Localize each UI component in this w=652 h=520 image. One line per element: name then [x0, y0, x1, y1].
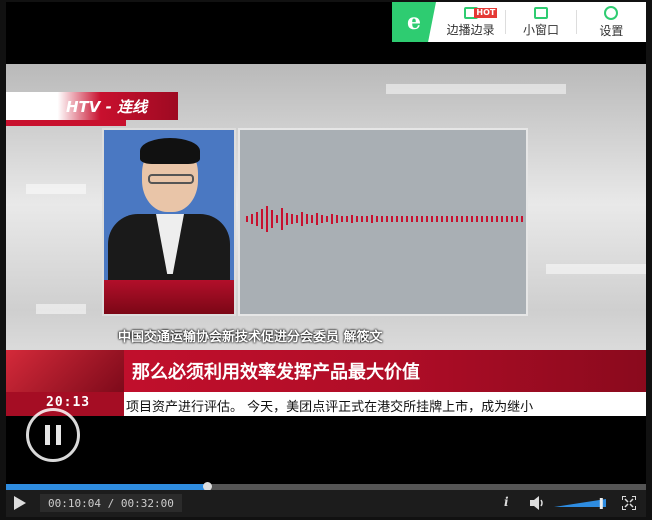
record-while-playing-label: 边播边录 [446, 22, 495, 37]
waveform-bar [281, 208, 283, 230]
waveform-bar [481, 216, 483, 222]
waveform-bar [461, 216, 463, 222]
waveform-bar [491, 216, 493, 222]
news-ticker: 项目资产进行评估。 今天，美团点评正式在港交所挂牌上市，成为继小 [126, 400, 534, 415]
audio-waveform [246, 206, 523, 232]
waveform-bar [411, 216, 413, 222]
waveform-bar [371, 215, 373, 223]
waveform-bar [476, 216, 478, 222]
waveform-bar [511, 216, 513, 222]
gear-icon [604, 5, 619, 20]
settings-button[interactable]: 设置 [577, 2, 646, 42]
waveform-bar [366, 216, 368, 222]
waveform-bar [416, 216, 418, 222]
waveform-bar [516, 216, 518, 222]
waveform-bar [251, 214, 253, 224]
headline-bar-left-block [6, 350, 124, 392]
volume-icon[interactable] [530, 496, 546, 510]
waveform-bar [346, 216, 348, 222]
top-toolbar: e 边播边录 HOT 小窗口 设置 [392, 2, 646, 42]
waveform-bar [451, 216, 453, 222]
background-stripe [36, 304, 86, 314]
time-display: 00:10:04 / 00:32:00 [40, 494, 182, 512]
waveform-bar [296, 215, 298, 223]
waveform-bar [406, 216, 408, 222]
info-button[interactable]: i [504, 495, 509, 509]
pause-bar-icon [56, 425, 61, 445]
mini-window-label: 小窗口 [522, 22, 559, 37]
waveform-bar [446, 216, 448, 222]
waveform-bar [266, 206, 268, 232]
control-bar: 00:10:04 / 00:32:00 i [6, 490, 646, 517]
waveform-bar [256, 212, 258, 226]
mini-window-icon [533, 6, 548, 19]
guest-portrait [102, 128, 236, 316]
waveform-bar [271, 210, 273, 228]
waveform-bar [501, 216, 503, 222]
waveform-bar [301, 212, 303, 226]
waveform-bar [521, 216, 523, 222]
waveform-bar [341, 216, 343, 222]
waveform-bar [356, 216, 358, 222]
waveform-bar [471, 216, 473, 222]
background-stripe [546, 264, 646, 274]
fullscreen-icon[interactable] [622, 496, 636, 510]
waveform-bar [306, 214, 308, 224]
channel-logo-text: HTV - 连线 [66, 98, 148, 116]
waveform-bar [261, 209, 263, 229]
channel-logo-underline [6, 120, 126, 126]
glasses-shape [148, 174, 194, 184]
waveform-bar [331, 214, 333, 224]
background-stripe [26, 184, 86, 194]
waveform-bar [391, 216, 393, 222]
play-icon[interactable] [14, 496, 26, 510]
hair-shape [140, 138, 200, 164]
waveform-bar [351, 215, 353, 223]
channel-logo: HTV - 连线 [6, 92, 178, 120]
waveform-bar [381, 216, 383, 222]
waveform-bar [286, 213, 288, 225]
settings-label: 设置 [599, 23, 624, 38]
waveform-bar [466, 216, 468, 222]
browser-logo-icon: e [392, 2, 436, 42]
waveform-bar [431, 216, 433, 222]
waveform-bar [436, 216, 438, 222]
hot-badge: HOT [474, 8, 498, 18]
waveform-bar [441, 216, 443, 222]
waveform-bar [456, 216, 458, 222]
waveform-bar [321, 215, 323, 223]
waveform-bar [316, 213, 318, 225]
waveform-bar [311, 215, 313, 223]
waveform-bar [276, 215, 278, 223]
record-while-playing-button[interactable]: 边播边录 HOT [436, 2, 505, 42]
waveform-bar [486, 216, 488, 222]
waveform-bar [336, 215, 338, 223]
time-text: 00:10:04 / 00:32:00 [48, 496, 174, 510]
mini-window-button[interactable]: 小窗口 [506, 2, 575, 42]
headline-text: 那么必须利用效率发挥产品最大价值 [132, 362, 420, 383]
guest-caption: 中国交通运输协会新技术促进分会委员 解筱文 [118, 330, 383, 345]
pause-bar-icon [45, 425, 50, 445]
video-player[interactable]: e 边播边录 HOT 小窗口 设置 HTV - 连线 中国交通运输协会新技术促进… [6, 2, 646, 517]
waveform-bar [376, 216, 378, 222]
waveform-bar [291, 214, 293, 224]
portrait-red-band [104, 280, 234, 314]
waveform-bar [421, 216, 423, 222]
volume-slider[interactable] [554, 496, 606, 510]
pause-button[interactable] [26, 408, 80, 462]
video-frame[interactable]: HTV - 连线 中国交通运输协会新技术促进分会委员 解筱文 那么必须利用效率发… [6, 64, 646, 416]
waveform-bar [361, 216, 363, 222]
waveform-bar [506, 216, 508, 222]
waveform-bar [496, 216, 498, 222]
waveform-bar [246, 216, 248, 222]
player-frame: e 边播边录 HOT 小窗口 设置 HTV - 连线 中国交通运输协会新技术促进… [0, 0, 652, 520]
waveform-bar [326, 216, 328, 222]
waveform-bar [386, 216, 388, 222]
waveform-bar [401, 216, 403, 222]
waveform-bar [396, 216, 398, 222]
background-stripe [386, 84, 566, 94]
waveform-bar [426, 216, 428, 222]
